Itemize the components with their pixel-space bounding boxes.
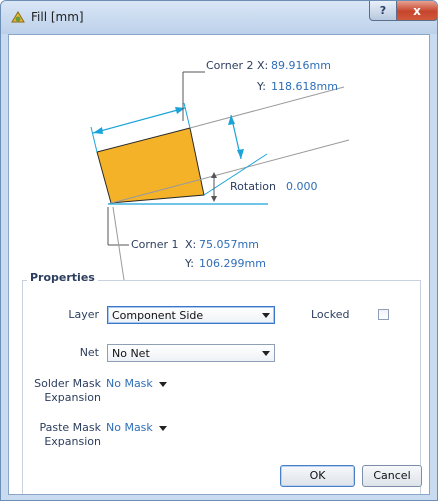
properties-title: Properties: [27, 271, 98, 284]
corner1-x-prefix: X:: [185, 238, 197, 251]
paste-mask-label: Paste Mask Expansion: [23, 421, 101, 449]
layer-value: Component Side: [112, 309, 204, 322]
chevron-down-icon: [158, 425, 167, 431]
chevron-down-icon: [158, 381, 167, 387]
solder-mask-dropdown[interactable]: No Mask: [106, 377, 167, 390]
cancel-button[interactable]: Cancel: [362, 465, 422, 487]
width-ext-right: [183, 102, 191, 129]
locked-label: Locked: [311, 308, 350, 321]
rotation-value[interactable]: 0.000: [286, 180, 318, 193]
fill-rectangle: [96, 127, 205, 204]
layer-dropdown[interactable]: Component Side: [107, 306, 275, 324]
net-dropdown[interactable]: No Net: [107, 344, 275, 362]
app-icon: [11, 11, 25, 23]
width-ext-left: [90, 126, 98, 153]
chevron-down-icon: [262, 351, 270, 356]
close-button[interactable]: x: [396, 1, 437, 21]
help-button[interactable]: ?: [369, 1, 397, 21]
paste-mask-dropdown[interactable]: No Mask: [106, 421, 167, 434]
corner2-y-value[interactable]: 118.618mm: [271, 80, 338, 93]
chevron-down-icon: [262, 313, 270, 318]
paste-mask-label-line1: Paste Mask: [39, 421, 101, 434]
height-arrow-bottom: [237, 149, 244, 159]
width-dimension-line: [92, 107, 186, 134]
net-label: Net: [79, 346, 99, 359]
solder-mask-label-line1: Solder Mask: [34, 377, 101, 390]
solder-mask-label-line2: Expansion: [44, 391, 101, 404]
layer-label: Layer: [68, 308, 99, 321]
corner1-y-value[interactable]: 106.299mm: [199, 257, 266, 270]
corner2-x-prefix: X:: [257, 59, 269, 72]
window-title: Fill [mm]: [31, 10, 84, 24]
corner2-extension-line: [189, 86, 345, 129]
width-arrow-left: [93, 127, 103, 134]
close-icon: x: [413, 3, 421, 18]
rotation-arc-arrow-bottom: [211, 196, 217, 202]
corner1-label: Corner 1: [131, 238, 179, 251]
paste-mask-label-line2: Expansion: [44, 435, 101, 448]
corner2-y-prefix: Y:: [257, 80, 266, 93]
title-bar[interactable]: Fill [mm] ? x: [1, 1, 437, 34]
help-icon: ?: [379, 4, 387, 17]
dialog-window: Fill [mm] ? x Corner 2 X: 89.916mm Y: 11…: [0, 0, 438, 501]
corner1-y-prefix: Y:: [185, 257, 194, 270]
corner1-leader-down: [112, 206, 125, 280]
solder-mask-value: No Mask: [106, 377, 153, 390]
locked-checkbox[interactable]: [378, 309, 389, 320]
corner2-label: Corner 2: [206, 59, 254, 72]
dialog-client-area: Corner 2 X: 89.916mm Y: 118.618mm Rotati…: [8, 34, 430, 495]
paste-mask-value: No Mask: [106, 421, 153, 434]
corner1-x-value[interactable]: 75.057mm: [199, 238, 259, 251]
rotation-label: Rotation: [230, 180, 277, 193]
ok-button[interactable]: OK: [280, 465, 355, 487]
solder-mask-label: Solder Mask Expansion: [23, 377, 101, 405]
corner2-x-value[interactable]: 89.916mm: [271, 59, 331, 72]
net-value: No Net: [112, 347, 150, 360]
